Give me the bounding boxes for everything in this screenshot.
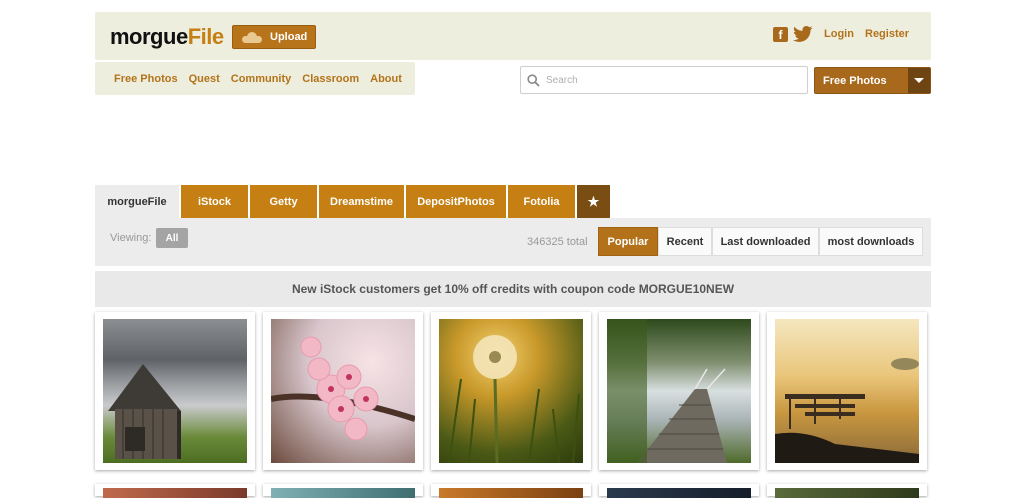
nav-item-quest[interactable]: Quest bbox=[189, 73, 220, 85]
sort-recent[interactable]: Recent bbox=[658, 227, 712, 256]
photo-image bbox=[775, 488, 919, 498]
photo-thumbnail[interactable] bbox=[767, 312, 927, 470]
login-link[interactable]: Login bbox=[824, 28, 854, 40]
site-header: morgueFile Upload f Login Register bbox=[95, 12, 931, 60]
main-nav: Free Photos Quest Community Classroom Ab… bbox=[95, 62, 415, 95]
upload-button[interactable]: Upload bbox=[232, 25, 316, 49]
search-box bbox=[520, 66, 808, 94]
photo-image bbox=[271, 488, 415, 498]
blossom-photo bbox=[271, 319, 415, 463]
search-icon bbox=[527, 73, 540, 87]
nav-item-community[interactable]: Community bbox=[231, 73, 292, 85]
chevron-down-icon bbox=[908, 68, 930, 93]
site-logo[interactable]: morgueFile bbox=[110, 24, 224, 50]
search-category-select[interactable]: Free Photos bbox=[814, 67, 931, 94]
boardwalk-photo bbox=[607, 319, 751, 463]
photo-thumbnail[interactable] bbox=[431, 312, 591, 470]
search-input[interactable] bbox=[546, 74, 796, 86]
tab-istock[interactable]: iStock bbox=[181, 185, 248, 218]
dandelion-photo bbox=[439, 319, 583, 463]
provider-tabs: morgueFile iStock Getty Dreamstime Depos… bbox=[95, 185, 610, 218]
search-category-label: Free Photos bbox=[823, 74, 887, 87]
photo-image bbox=[439, 488, 583, 498]
twitter-icon[interactable] bbox=[793, 26, 813, 42]
photo-thumbnail[interactable] bbox=[263, 312, 423, 470]
register-link[interactable]: Register bbox=[865, 28, 909, 40]
cloud-upload-icon bbox=[242, 31, 262, 43]
tab-fotolia[interactable]: Fotolia bbox=[508, 185, 575, 218]
tab-morguefile[interactable]: morgueFile bbox=[95, 185, 179, 218]
photo-image bbox=[103, 488, 247, 498]
nav-item-classroom[interactable]: Classroom bbox=[302, 73, 359, 85]
pier-photo bbox=[775, 319, 919, 463]
tab-depositphotos[interactable]: DepositPhotos bbox=[406, 185, 506, 218]
photo-thumbnail[interactable] bbox=[95, 484, 255, 498]
barn-photo bbox=[103, 319, 247, 463]
sort-last-downloaded[interactable]: Last downloaded bbox=[712, 227, 819, 256]
photo-thumbnail[interactable] bbox=[599, 312, 759, 470]
photo-thumbnail[interactable] bbox=[599, 484, 759, 498]
nav-item-about[interactable]: About bbox=[370, 73, 402, 85]
tab-favorites-star-icon[interactable]: ★ bbox=[577, 185, 610, 218]
facebook-icon[interactable]: f bbox=[773, 27, 788, 42]
photo-thumbnail[interactable] bbox=[95, 312, 255, 470]
tab-dreamstime[interactable]: Dreamstime bbox=[319, 185, 404, 218]
sort-popular[interactable]: Popular bbox=[598, 227, 658, 256]
nav-item-free-photos[interactable]: Free Photos bbox=[114, 73, 178, 85]
photo-thumbnail[interactable] bbox=[431, 484, 591, 498]
total-count: 346325 total bbox=[527, 236, 588, 248]
photo-thumbnail[interactable] bbox=[767, 484, 927, 498]
upload-label: Upload bbox=[270, 31, 308, 43]
tab-getty[interactable]: Getty bbox=[250, 185, 317, 218]
promo-banner[interactable]: New iStock customers get 10% off credits… bbox=[95, 271, 931, 307]
sort-most-downloads[interactable]: most downloads bbox=[819, 227, 923, 256]
viewing-label: Viewing: bbox=[110, 232, 152, 244]
photo-thumbnail[interactable] bbox=[263, 484, 423, 498]
photo-image bbox=[607, 488, 751, 498]
filter-bar: Viewing: All 346325 total Popular Recent… bbox=[95, 218, 931, 266]
viewing-all-button[interactable]: All bbox=[156, 228, 188, 248]
